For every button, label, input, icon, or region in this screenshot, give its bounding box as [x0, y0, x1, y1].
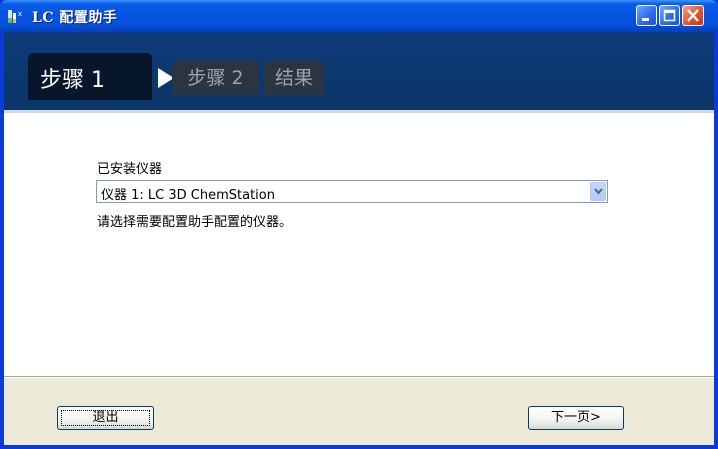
next-page-button[interactable]: 下一页> [528, 406, 624, 430]
step-2-tab: 步骤 2 [172, 61, 259, 95]
exit-button[interactable]: 退出 [57, 406, 154, 430]
close-button[interactable] [682, 5, 704, 26]
window-title: LC 配置助手 [32, 10, 118, 26]
window-bottom-border [0, 445, 718, 449]
next-page-button-label: 下一页> [551, 410, 601, 425]
instruction-text: 请选择需要配置助手配置的仪器。 [97, 215, 293, 230]
content-panel [4, 110, 714, 377]
chevron-down-icon [594, 188, 603, 195]
instrument-select[interactable]: 仪器 1: LC 3D ChemStation [96, 180, 608, 203]
minimize-button[interactable] [636, 5, 657, 26]
title-bar[interactable]: x LC 配置助手 [0, 0, 718, 32]
maximize-icon [663, 9, 676, 22]
result-tab: 结果 [264, 61, 324, 95]
app-window: x LC 配置助手 步骤 1 步骤 2 结果 已安装仪器 仪器 1: LC 3D… [0, 0, 718, 449]
step-1-label: 步骤 1 [40, 68, 105, 93]
lc-flask-icon: x [7, 8, 25, 24]
svg-text:x: x [18, 10, 22, 18]
dropdown-button[interactable] [590, 182, 606, 201]
installed-instruments-label: 已安装仪器 [97, 162, 163, 177]
focus-rectangle [61, 410, 150, 426]
minimize-icon [642, 18, 649, 21]
maximize-button[interactable] [659, 5, 680, 26]
instrument-select-value: 仪器 1: LC 3D ChemStation [101, 188, 275, 203]
close-icon [687, 9, 699, 22]
